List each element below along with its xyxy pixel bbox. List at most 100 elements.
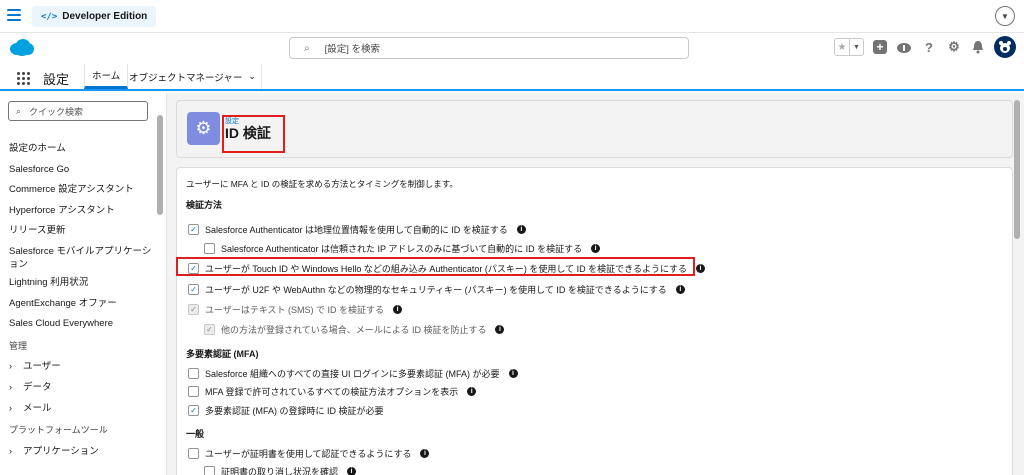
edition-badge[interactable]: </> Developer Edition <box>32 6 157 27</box>
highlight-box <box>222 115 285 153</box>
sidebar-group-apps[interactable]: › アプリケーション <box>9 445 157 466</box>
info-icon[interactable]: i <box>508 369 518 378</box>
sidebar-item[interactable]: AgentExchange オファー <box>9 297 157 318</box>
search-icon: ⌕ <box>304 42 310 54</box>
option-label: 他の方法が登録されている場合、メールによる ID 検証を防止する <box>221 325 487 335</box>
tab-object-manager[interactable]: オブジェクトマネージャー ⌄ <box>124 64 262 89</box>
sidebar-item[interactable]: 設定のホーム <box>9 142 157 163</box>
sidebar-heading-platform: プラットフォームツール <box>9 425 108 436</box>
chevron-right-icon[interactable]: › <box>9 381 23 394</box>
mfa-option[interactable]: ✓ 多要素認証 (MFA) の登録時に ID 検証が必要 <box>188 404 384 417</box>
info-icon[interactable]: i <box>516 225 526 234</box>
top-bar: </> Developer Edition ▼ <box>0 0 1024 33</box>
checkbox[interactable]: ✓ <box>188 224 199 235</box>
app-launcher-icon[interactable] <box>17 72 30 85</box>
trailhead-icon[interactable] <box>896 39 912 55</box>
info-icon[interactable]: i <box>420 449 430 458</box>
help-icon[interactable]: ? <box>921 39 937 55</box>
gear-icon[interactable]: ⚙ <box>946 39 962 55</box>
settings-card <box>176 167 1013 475</box>
method-option: ✓ ユーザーはテキスト (SMS) で ID を検証する i <box>188 303 403 316</box>
checkbox[interactable]: ✓ <box>188 405 199 416</box>
search-placeholder: [設定] を検索 <box>324 44 381 55</box>
section-heading-mfa: 多要素認証 (MFA) <box>186 349 259 359</box>
checkbox: ✓ <box>204 324 215 335</box>
chevron-down-icon[interactable]: ▼ <box>995 6 1015 26</box>
tab-object-manager-label: オブジェクトマネージャー <box>129 72 243 84</box>
app-name: 設定 <box>43 72 70 87</box>
mfa-option[interactable]: Salesforce 組織へのすべての直接 UI ログインに多要素認証 (MFA… <box>188 367 518 380</box>
section-heading-methods: 検証方法 <box>186 200 223 210</box>
user-icon <box>999 41 1011 53</box>
sidebar-scrollbar[interactable] <box>157 115 163 215</box>
sidebar-list: 設定のホーム Salesforce Go Commerce 設定アシスタント H… <box>9 142 157 465</box>
option-label: 多要素認証 (MFA) の登録時に ID 検証が必要 <box>205 406 384 416</box>
sidebar-group-label: アプリケーション <box>23 445 99 457</box>
checkbox[interactable] <box>188 448 199 459</box>
checkbox[interactable] <box>204 466 215 475</box>
code-icon: </> <box>41 11 58 22</box>
method-option[interactable]: ✓ ユーザーが U2F や WebAuthn などの物理的なセキュリティキー (… <box>188 283 685 296</box>
checkbox[interactable] <box>204 243 215 254</box>
sidebar-group-email[interactable]: › メール <box>9 402 157 423</box>
chevron-down-icon[interactable]: ▼ <box>849 39 863 55</box>
option-label: Salesforce Authenticator は地理位置情報を使用して自動的… <box>205 225 508 235</box>
method-option[interactable]: ✓ Salesforce Authenticator は地理位置情報を使用して自… <box>188 223 526 236</box>
sidebar-group-label: ユーザー <box>23 361 61 373</box>
favorites-button[interactable]: ★ ▼ <box>834 38 864 56</box>
sidebar-group-users[interactable]: › ユーザー <box>9 360 157 381</box>
option-label: 証明書の取り消し状況を確認 <box>221 467 339 475</box>
context-navigation: 設定 ホーム オブジェクトマネージャー ⌄ <box>0 64 1024 91</box>
page-description: ユーザーに MFA と ID の検証を求める方法とタイミングを制御します。 <box>186 179 458 189</box>
info-icon[interactable]: i <box>347 467 357 475</box>
option-label: ユーザーはテキスト (SMS) で ID を検証する <box>205 305 385 315</box>
sidebar-item[interactable]: リリース更新 <box>9 224 157 245</box>
global-header: ⌕ [設定] を検索 ★ ▼ + ? ⚙ <box>0 33 1024 64</box>
tab-home[interactable]: ホーム <box>84 64 129 89</box>
checkbox[interactable]: ✓ <box>188 284 199 295</box>
general-option[interactable]: ユーザーが証明書を使用して認証できるようにする i <box>188 447 430 460</box>
sidebar-group-label: データ <box>23 381 52 393</box>
setup-sidebar: ⌕ クイック検索 設定のホーム Salesforce Go Commerce 設… <box>0 93 167 475</box>
info-icon[interactable]: i <box>696 264 706 273</box>
sidebar-item[interactable]: Commerce 設定アシスタント <box>9 183 157 204</box>
section-heading-general: 一般 <box>186 429 205 439</box>
info-icon[interactable]: i <box>393 305 403 314</box>
info-icon[interactable]: i <box>495 325 505 334</box>
checkbox[interactable] <box>188 368 199 379</box>
header-icons: ★ ▼ + ? ⚙ <box>834 36 1016 58</box>
sidebar-group-data[interactable]: › データ <box>9 381 157 402</box>
global-search-input[interactable]: ⌕ [設定] を検索 <box>289 37 689 59</box>
sidebar-item[interactable]: Salesforce モバイルアプリケーション <box>9 245 157 276</box>
method-option[interactable]: Salesforce Authenticator は信頼された IP アドレスの… <box>204 242 601 255</box>
option-label: Salesforce Authenticator は信頼された IP アドレスの… <box>221 244 583 254</box>
chevron-down-icon[interactable]: ⌄ <box>248 71 256 82</box>
option-label: Salesforce 組織へのすべての直接 UI ログインに多要素認証 (MFA… <box>205 369 500 379</box>
bell-icon[interactable] <box>971 40 985 54</box>
sidebar-item[interactable]: Lightning 利用状況 <box>9 276 157 297</box>
search-icon: ⌕ <box>16 105 22 116</box>
info-icon[interactable]: i <box>675 285 685 294</box>
content-scrollbar[interactable] <box>1014 100 1020 239</box>
sidebar-item[interactable]: Hyperforce アシスタント <box>9 204 157 225</box>
method-option: ✓ 他の方法が登録されている場合、メールによる ID 検証を防止する i <box>204 323 505 336</box>
checkbox: ✓ <box>188 304 199 315</box>
quick-find-input[interactable]: ⌕ クイック検索 <box>8 101 148 121</box>
sidebar-item[interactable]: Salesforce Go <box>9 163 157 184</box>
info-icon[interactable]: i <box>467 387 477 396</box>
gear-icon: ⚙ <box>187 112 220 145</box>
chevron-right-icon[interactable]: › <box>9 402 23 415</box>
info-icon[interactable]: i <box>591 244 601 253</box>
chevron-right-icon[interactable]: › <box>9 445 23 458</box>
avatar[interactable] <box>994 36 1016 58</box>
sidebar-item[interactable]: Sales Cloud Everywhere <box>9 317 157 338</box>
add-icon[interactable]: + <box>873 40 887 54</box>
checkbox[interactable] <box>188 386 199 397</box>
star-icon[interactable]: ★ <box>835 39 849 55</box>
menu-icon[interactable] <box>7 9 21 21</box>
chevron-right-icon[interactable]: › <box>9 360 23 373</box>
general-option[interactable]: 証明書の取り消し状況を確認 i <box>204 465 357 475</box>
sidebar-heading-admin: 管理 <box>9 340 28 351</box>
mfa-option[interactable]: MFA 登録で許可されているすべての検証方法オプションを表示 i <box>188 385 477 398</box>
salesforce-logo[interactable] <box>9 38 35 57</box>
